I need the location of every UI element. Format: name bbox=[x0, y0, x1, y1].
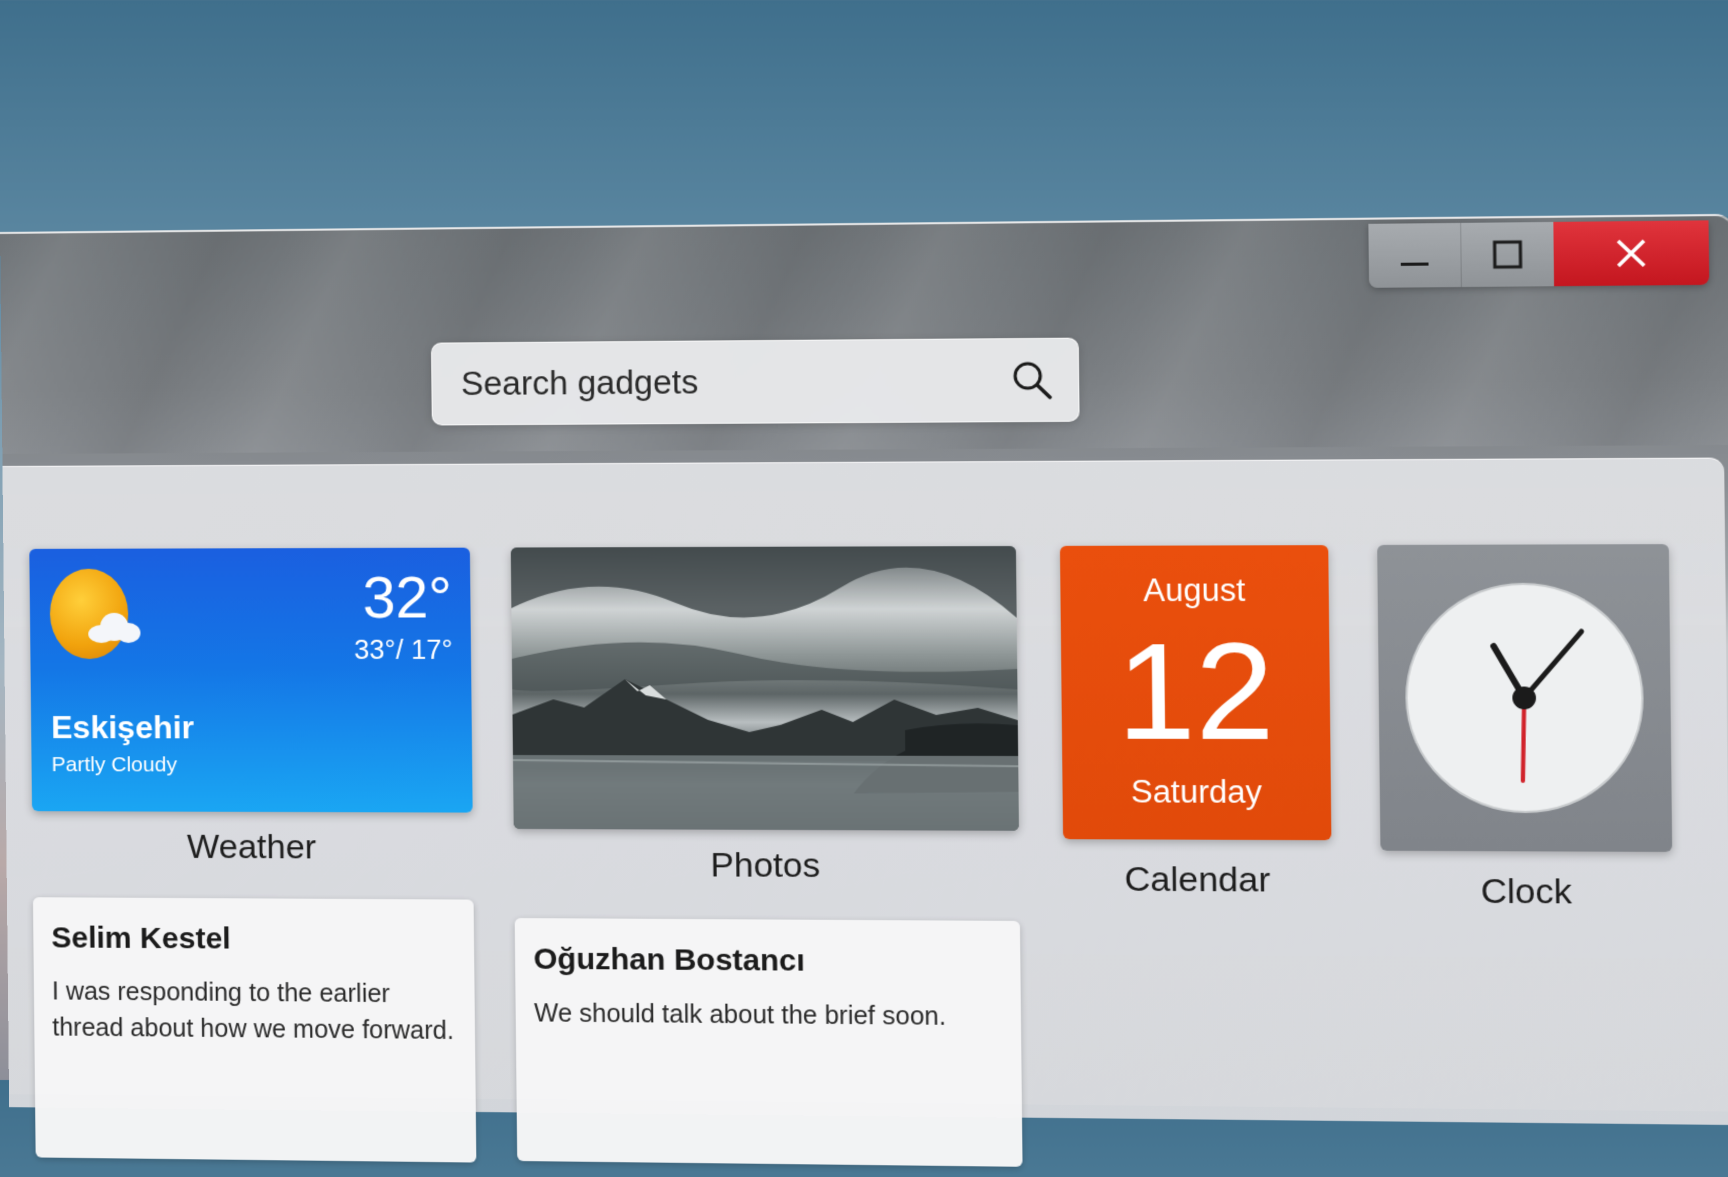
calendar-month: August bbox=[1060, 572, 1329, 610]
message-body: I was responding to the earlier thread a… bbox=[52, 973, 455, 1049]
minimize-icon bbox=[1398, 240, 1430, 271]
minimize-button[interactable] bbox=[1368, 223, 1462, 288]
search-box[interactable] bbox=[431, 338, 1080, 426]
calendar-caption: Calendar bbox=[1063, 860, 1332, 901]
close-icon bbox=[1615, 238, 1648, 269]
weather-gadget[interactable]: 32° 33°/ 17° Eskişehir Partly Cloudy bbox=[29, 548, 472, 813]
photos-gadget[interactable] bbox=[511, 546, 1019, 831]
maximize-button[interactable] bbox=[1461, 222, 1554, 287]
landscape-photo bbox=[511, 546, 1019, 831]
calendar-day: 12 bbox=[1061, 624, 1331, 762]
clock-second-hand bbox=[1522, 698, 1525, 781]
window-controls bbox=[1368, 220, 1709, 288]
maximize-icon bbox=[1491, 239, 1523, 270]
photos-caption: Photos bbox=[514, 845, 1020, 887]
message-sender: Oğuzhan Bostancı bbox=[533, 942, 805, 978]
search-icon[interactable] bbox=[1011, 359, 1053, 400]
gadget-gallery: 32° 33°/ 17° Eskişehir Partly Cloudy Wea… bbox=[2, 458, 1728, 1125]
message-body: We should talk about the brief soon. bbox=[534, 995, 1000, 1035]
weather-city: Eskişehir bbox=[51, 709, 194, 746]
partly-cloudy-icon bbox=[29, 548, 470, 549]
analog-clock-face bbox=[1377, 544, 1672, 852]
gadgets-window: 32° 33°/ 17° Eskişehir Partly Cloudy Wea… bbox=[0, 214, 1728, 1112]
weather-high-low: 33°/ 17° bbox=[354, 635, 453, 666]
clock-caption: Clock bbox=[1381, 871, 1673, 913]
calendar-gadget[interactable]: August 12 Saturday bbox=[1060, 545, 1331, 840]
search-input[interactable] bbox=[459, 360, 1011, 404]
weather-condition: Partly Cloudy bbox=[51, 753, 177, 777]
calendar-weekday: Saturday bbox=[1062, 774, 1331, 812]
clock-gadget[interactable] bbox=[1377, 544, 1672, 852]
weather-temperature: 32° bbox=[362, 564, 452, 632]
weather-caption: Weather bbox=[32, 827, 473, 868]
message-card[interactable]: Oğuzhan Bostancı We should talk about th… bbox=[515, 918, 1023, 1167]
close-button[interactable] bbox=[1553, 220, 1709, 286]
message-card[interactable]: Selim Kestel I was responding to the ear… bbox=[33, 897, 476, 1162]
message-sender: Selim Kestel bbox=[51, 921, 231, 956]
